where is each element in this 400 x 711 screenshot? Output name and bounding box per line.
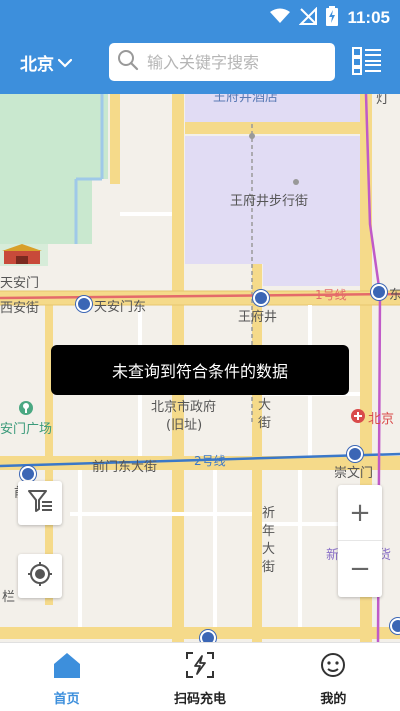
filter-icon [26,487,54,519]
battery-charging-icon [326,6,339,30]
status-bar: 11:05 [0,0,400,32]
metro-station-icon [76,296,92,312]
map-label-da2: 大 [262,542,276,557]
map-label-tiananmen: 天安门 [0,276,40,291]
header: 北京 [0,32,400,94]
status-icons: 11:05 [270,6,390,30]
map-label-chongwenmen: 崇文门 [334,466,374,481]
map-line2-label: 2号线 [194,454,226,468]
chevron-down-icon [57,53,73,73]
search-icon [117,49,139,75]
metro-station-icon [20,466,36,482]
filter-button[interactable] [18,481,62,525]
home-icon [52,651,82,683]
map-label-da: 大 [258,398,272,413]
toast-message: 未查询到符合条件的数据 [51,345,349,395]
map-label-beijing: 北京 [368,412,395,427]
city-label: 北京 [20,55,54,75]
tab-scan-charge-label: 扫码充电 [173,692,226,707]
tab-scan-charge[interactable]: 扫码充电 [133,643,266,711]
zoom-in-button[interactable]: + [338,485,382,541]
map-label-city-gov: 北京市政府 [151,400,217,415]
map-label-xi-an-street: 西安街 [0,301,40,316]
metro-station-icon [200,630,216,642]
metro-station-icon [390,618,400,634]
tab-home-label: 首页 [53,692,80,707]
map-label-qianmen-east: 前门东大街 [92,460,158,475]
search-input[interactable] [147,52,327,72]
tab-profile-label: 我的 [320,692,347,707]
tab-bar: 首页 扫码充电 我的 [0,642,400,711]
map-label-old-site: (旧址) [166,418,203,433]
list-icon [352,47,382,80]
map-view[interactable]: 王府井酒店 灯 王府井步行街 天安门 西安街 天安门东 王府井 1号线 东 北京… [0,94,400,642]
map-label-jie: 街 [258,416,272,431]
map-line1-label: 1号线 [315,288,347,302]
metro-station-icon [347,446,363,462]
map-label-wangfujing: 王府井 [238,310,278,325]
metro-station-icon [253,290,269,306]
map-label-lan: 栏 [2,590,16,605]
profile-icon [318,651,348,683]
map-label-nian: 年 [262,524,276,539]
map-label-dong: 东 [389,288,400,303]
scan-charge-icon [185,651,215,683]
zoom-out-button[interactable]: − [338,541,382,597]
tiananmen-icon [2,244,42,270]
map-label-tiananmen-square: 安门广场 [0,422,53,437]
list-view-button[interactable] [352,46,382,76]
map-label-jie2: 街 [262,560,276,575]
map-label-tiananmen-east: 天安门东 [94,300,147,315]
search-box[interactable] [109,43,335,81]
map-label-wangfujing-street: 王府井步行街 [230,194,309,209]
no-signal-icon [299,6,318,29]
city-selector[interactable]: 北京 [20,50,73,75]
map-label-top: 王府井酒店 [213,94,279,105]
locate-icon [27,561,53,591]
map-poi-red-icon [350,408,366,428]
status-time: 11:05 [347,8,390,27]
map-label-top-right: 灯 [376,94,390,107]
tab-home[interactable]: 首页 [0,643,133,711]
tab-profile[interactable]: 我的 [267,643,400,711]
zoom-control: + − [338,485,382,597]
locate-button[interactable] [18,554,62,598]
map-label-qi: 祈 [262,506,276,521]
wifi-icon [270,8,291,28]
metro-station-icon [371,284,387,300]
map-poi-green-icon [18,400,34,420]
